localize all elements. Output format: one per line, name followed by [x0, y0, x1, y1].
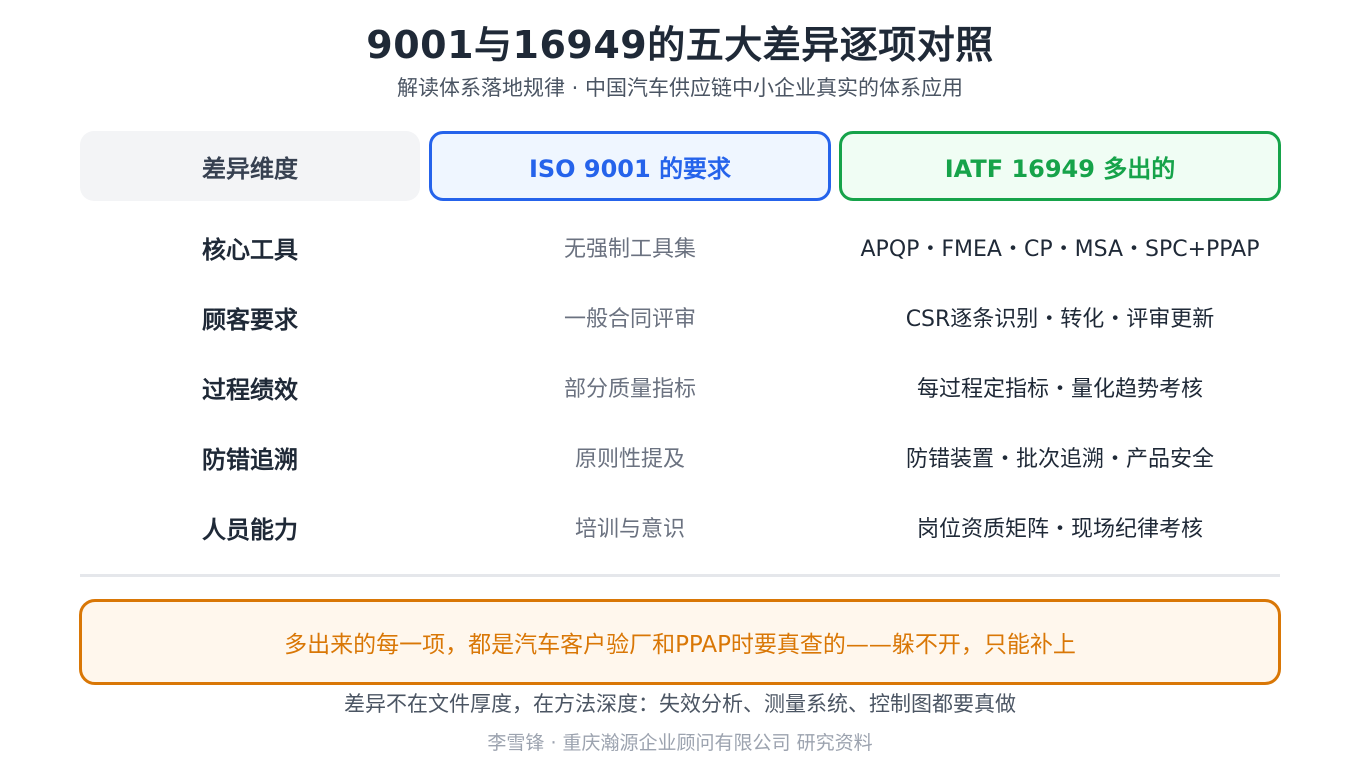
row-iso-requirement: 无强制工具集 [563, 237, 696, 262]
table-row: 核心工具 无强制工具集 APQP・FMEA・CP・MSA・SPC+PPAP [0, 222, 1360, 272]
table-row: 人员能力 培训与意识 岗位资质矩阵・现场纪律考核 [0, 502, 1360, 552]
page-title: 9001与16949的五大差异逐项对照 [366, 23, 994, 67]
row-iso-requirement: 一般合同评审 [563, 307, 696, 332]
row-dimension: 过程绩效 [202, 375, 298, 404]
table-row: 顾客要求 一般合同评审 CSR逐条识别・转化・评审更新 [0, 292, 1360, 342]
row-dimension: 防错追溯 [202, 445, 298, 474]
row-iatf-addition: 岗位资质矩阵・现场纪律考核 [916, 517, 1203, 542]
row-iatf-addition: CSR逐条识别・转化・评审更新 [905, 307, 1215, 332]
row-iatf-addition: 防错装置・批次追溯・产品安全 [905, 447, 1214, 472]
table-row: 过程绩效 部分质量指标 每过程定指标・量化趋势考核 [0, 362, 1360, 412]
row-iatf-addition: APQP・FMEA・CP・MSA・SPC+PPAP [860, 237, 1260, 262]
key-callout: 多出来的每一项，都是汽车客户验厂和PPAP时要真查的——躲不开，只能补上 [79, 599, 1281, 685]
row-dimension: 顾客要求 [202, 305, 298, 334]
row-dimension: 人员能力 [202, 515, 298, 544]
header-dimension: 差异维度 [80, 131, 420, 201]
header-iso-9001: ISO 9001 的要求 [429, 131, 831, 201]
page-subtitle: 解读体系落地规律 · 中国汽车供应链中小企业真实的体系应用 [396, 76, 964, 100]
row-iso-requirement: 部分质量指标 [563, 377, 696, 402]
header-iatf-16949: IATF 16949 多出的 [839, 131, 1281, 201]
row-dimension: 核心工具 [202, 235, 298, 264]
row-iatf-addition: 每过程定指标・量化趋势考核 [916, 377, 1203, 402]
row-iso-requirement: 培训与意识 [574, 517, 685, 542]
row-iso-requirement: 原则性提及 [574, 447, 685, 472]
summary-note: 差异不在文件厚度，在方法深度：失效分析、测量系统、控制图都要真做 [344, 692, 1016, 716]
section-divider [80, 574, 1280, 577]
callout-text: 多出来的每一项，都是汽车客户验厂和PPAP时要真查的——躲不开，只能补上 [284, 632, 1076, 658]
footer-credit: 李雪锋 · 重庆瀚源企业顾问有限公司 研究资料 [487, 732, 873, 754]
table-row: 防错追溯 原则性提及 防错装置・批次追溯・产品安全 [0, 432, 1360, 482]
